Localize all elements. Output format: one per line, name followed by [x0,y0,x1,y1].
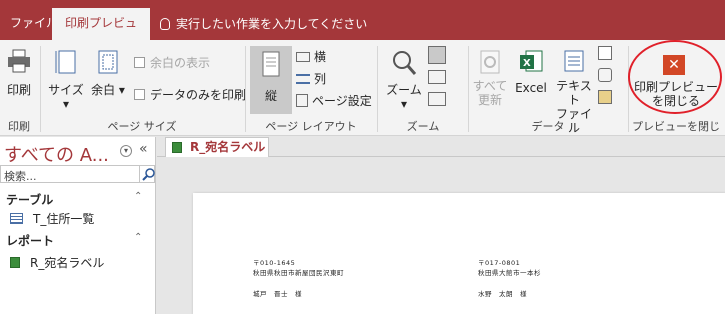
data-only-checkbox[interactable]: データのみを印刷 [134,86,246,104]
size-button[interactable]: サイズ ▾ [48,48,84,111]
page-setup-button[interactable]: ページ設定 [296,92,372,110]
label-1-name: 城戸 晋士 様 [253,290,302,298]
refresh-label-2: 更新 [477,93,502,107]
report-icon [172,142,182,153]
search-icon[interactable] [139,166,155,182]
landscape-icon [296,52,310,62]
refresh-all-button[interactable]: すべて 更新 [472,48,508,107]
magnifier-icon [393,51,417,75]
print-label: 印刷 [6,83,31,97]
margin-label: 余白 ▾ [91,83,125,97]
divider [40,46,41,132]
collapse-reports-icon[interactable]: ⌃ [134,232,142,243]
nav-item-r-address-label[interactable]: R_宛名ラベル [10,254,104,271]
tell-me-text: 実行したい作業を入力してください [176,17,368,31]
label-2-address: 秋田県大館市一本杉 [478,269,541,277]
page-setup-icon [296,94,308,107]
text-file-icon [564,50,584,72]
portrait-label: 縦 [264,89,277,103]
margins-icon [98,50,118,74]
group-page-layout-label: ページ レイアウト [265,120,357,133]
navigation-pane: すべての A... ▾ « 検索... テーブル ⌃ T_住所一覧 レポート ⌃… [0,137,156,314]
refresh-icon [480,50,500,74]
print-button[interactable]: 印刷 [4,48,34,97]
group-data-label: データ [531,120,565,133]
nav-section-reports[interactable]: レポート [6,232,54,249]
text-file-label-1: テキスト [556,79,592,107]
portrait-icon [262,51,280,77]
label-1-zip: 〒010-1645 [253,259,296,267]
size-label: サイズ ▾ [48,83,84,111]
show-margin-checkbox[interactable]: 余白の表示 [134,54,210,72]
label-2-zip: 〒017-0801 [478,259,521,267]
label-2-name: 水野 太朗 様 [478,290,527,298]
nav-search-input[interactable]: 検索... [0,165,155,183]
nav-item-label: T_住所一覧 [33,212,95,226]
label-1-address: 秋田県秋田市新屋団民沢東町 [253,269,344,277]
preview-page: 〒010-1645 秋田県秋田市新屋団民沢東町 城戸 晋士 様 〒017-080… [193,193,725,314]
collapse-tables-icon[interactable]: ⌃ [134,191,142,202]
svg-text:X: X [523,58,531,69]
one-page-icon[interactable] [428,46,446,64]
close-preview-label-1: 印刷プレビュー [633,80,718,94]
table-icon [10,213,23,224]
close-preview-button[interactable]: 印刷プレビュー を閉じる [632,80,720,108]
zoom-button[interactable]: ズーム ▾ [384,48,424,111]
lightbulb-icon [160,18,170,30]
divider [377,46,378,132]
zoom-label: ズーム ▾ [386,83,422,111]
tab-print-preview[interactable]: 印刷プレビュー [52,8,150,60]
nav-section-tables[interactable]: テーブル [6,191,53,208]
show-margin-label: 余白の表示 [150,56,211,70]
group-print-label: 印刷 [8,120,30,133]
checkbox-box [134,89,145,100]
tell-me-box[interactable]: 実行したい作業を入力してください [160,15,367,32]
landscape-button[interactable]: 横 [296,48,326,66]
close-preview-label-2: を閉じる [651,94,700,108]
excel-label: Excel [515,81,547,95]
columns-icon [296,74,310,84]
email-icon[interactable] [598,68,612,82]
portrait-button[interactable]: 縦 [250,46,292,114]
group-page-size-label: ページ サイズ [107,120,177,133]
excel-icon: X [520,50,543,72]
page-setup-label: ページ設定 [312,94,372,108]
data-only-label: データのみを印刷 [150,88,247,102]
divider [245,46,246,132]
ribbon: 印刷 印刷 サイズ ▾ 余白 ▾ 余白の表示 データのみを印刷 ページ サイズ … [0,40,725,149]
columns-label: 列 [314,72,327,86]
two-pages-icon[interactable] [428,70,446,84]
nav-title[interactable]: すべての A... [4,141,109,167]
pdf-export-icon[interactable] [598,46,612,60]
margin-button[interactable]: 余白 ▾ [90,48,126,97]
more-export-icon[interactable] [598,90,612,104]
doc-tab-r-address-label[interactable]: R_宛名ラベル [165,137,269,157]
report-icon [10,257,20,268]
printer-icon [8,49,30,73]
page-size-icon [55,50,76,74]
group-zoom-label: ズーム [406,120,440,133]
divider [468,46,469,132]
excel-export-button[interactable]: X Excel [512,48,550,95]
refresh-label-1: すべて [472,79,508,93]
title-bar: ファイル 印刷プレビュー 実行したい作業を入力してください [0,0,725,60]
checkbox-box [134,57,145,68]
landscape-label: 横 [314,50,327,64]
nav-menu-chevron-icon[interactable]: ▾ [120,145,132,157]
collapse-pane-icon[interactable]: « [139,141,148,157]
columns-button[interactable]: 列 [296,70,326,88]
close-icon: ✕ [663,55,685,75]
search-placeholder: 検索... [4,170,37,183]
doc-tab-label: R_宛名ラベル [190,140,266,154]
nav-item-t-address-list[interactable]: T_住所一覧 [10,210,94,227]
more-pages-icon[interactable] [428,92,446,106]
nav-item-label: R_宛名ラベル [30,256,105,270]
